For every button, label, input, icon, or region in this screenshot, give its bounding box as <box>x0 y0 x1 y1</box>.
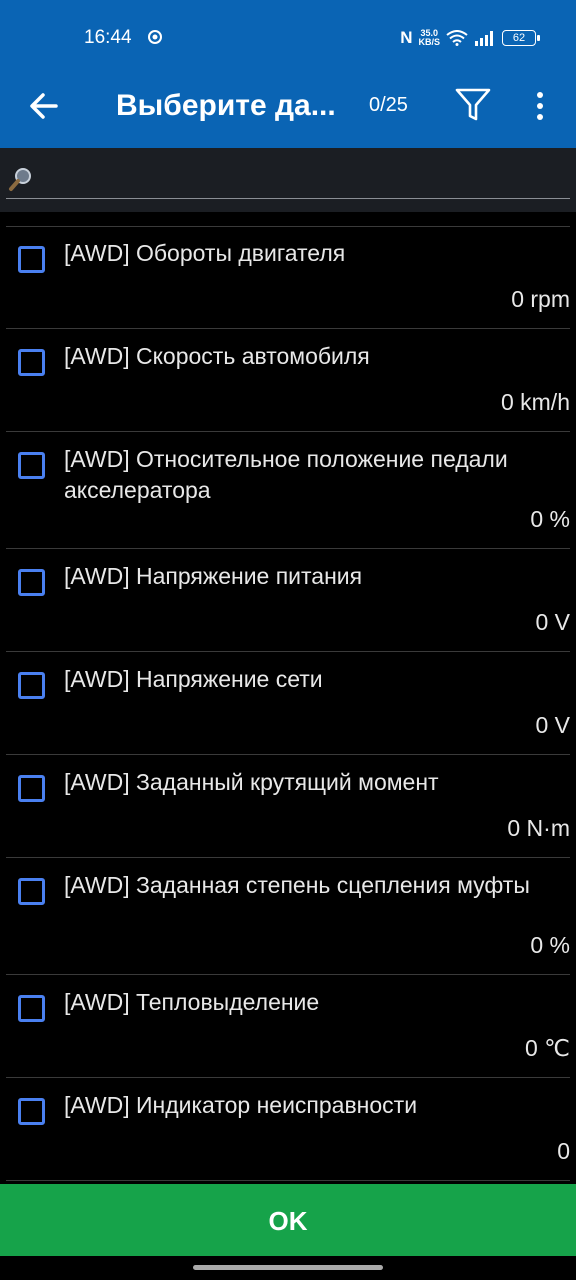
item-checkbox[interactable] <box>18 569 45 596</box>
list-item[interactable]: [AWD] Индикатор неисправности 0 <box>6 1078 570 1181</box>
filter-icon[interactable] <box>454 86 492 124</box>
item-label: [AWD] Скорость автомобиля <box>64 343 370 369</box>
list-item[interactable]: [AWD] Скорость автомобиля 0 km/h <box>6 329 570 432</box>
item-label: [AWD] Заданная степень сцепления муфты <box>64 872 530 898</box>
item-checkbox[interactable] <box>18 995 45 1022</box>
list-item[interactable]: [AWD] Обороты двигателя 0 rpm <box>6 226 570 329</box>
item-value: 0 km/h <box>500 389 570 415</box>
item-value: 0 % <box>530 932 570 958</box>
item-checkbox[interactable] <box>18 775 45 802</box>
network-speed: 35.0 KB/S <box>418 29 440 47</box>
location-icon <box>148 30 162 44</box>
item-label: [AWD] Напряжение сети <box>64 666 323 692</box>
item-value: 0 rpm <box>511 286 570 312</box>
app-bar: Выберите да... 0/25 <box>0 72 576 148</box>
item-value: 0 ℃ <box>524 1035 570 1061</box>
parameter-list: [AWD] Обороты двигателя 0 rpm [AWD] Скорос… <box>0 226 576 1181</box>
status-icons: N 35.0 KB/S 62 <box>400 26 540 50</box>
search-bar <box>0 148 576 212</box>
more-vert-icon[interactable] <box>530 88 550 124</box>
wifi-icon <box>446 30 468 46</box>
list-item[interactable]: [AWD] Заданный крутящий момент 0 N·m <box>6 755 570 858</box>
item-value: 0 V <box>535 712 570 738</box>
search-underline <box>6 198 570 199</box>
item-label: [AWD] Индикатор неисправности <box>64 1092 418 1118</box>
item-value: 0 <box>557 1138 570 1164</box>
item-checkbox[interactable] <box>18 349 45 376</box>
home-handle[interactable] <box>193 1265 383 1270</box>
item-label: [AWD] Тепловыделение <box>64 989 320 1015</box>
signal-icon <box>475 31 493 46</box>
item-checkbox[interactable] <box>18 1098 45 1125</box>
status-bar: 16:44 N 35.0 KB/S 62 <box>0 0 576 72</box>
item-label: [AWD] Напряжение питания <box>64 563 363 589</box>
item-checkbox[interactable] <box>18 246 45 273</box>
item-value: 0 V <box>535 609 570 635</box>
search-input[interactable] <box>40 160 564 200</box>
list-item[interactable]: [AWD] Напряжение питания 0 V <box>6 549 570 652</box>
item-checkbox[interactable] <box>18 878 45 905</box>
item-label: [AWD] Заданный крутящий момент <box>64 769 439 795</box>
page-title: Выберите да... <box>116 89 336 122</box>
list-item[interactable]: [AWD] Заданная степень сцепления муфты 0 … <box>6 858 570 975</box>
item-label: [AWD] Обороты двигателя <box>64 240 346 266</box>
battery-icon: 62 <box>502 30 540 46</box>
status-time: 16:44 <box>84 27 132 48</box>
item-label: [AWD] Относительное положение педали акс… <box>64 446 508 503</box>
ok-button[interactable]: OK <box>0 1184 576 1256</box>
item-value: 0 % <box>530 506 570 532</box>
list-item[interactable]: [AWD] Относительное положение педали акс… <box>6 432 570 549</box>
search-icon <box>9 168 31 191</box>
item-checkbox[interactable] <box>18 672 45 699</box>
navigation-bar <box>0 1256 576 1280</box>
network-speed-unit: KB/S <box>418 37 440 47</box>
list-item[interactable]: [AWD] Тепловыделение 0 ℃ <box>6 975 570 1078</box>
item-checkbox[interactable] <box>18 452 45 479</box>
back-arrow-icon[interactable] <box>26 88 62 124</box>
item-value: 0 N·m <box>507 815 570 841</box>
selection-counter: 0/25 <box>369 94 408 116</box>
list-item[interactable]: [AWD] Напряжение сети 0 V <box>6 652 570 755</box>
nfc-icon: N <box>400 28 413 47</box>
